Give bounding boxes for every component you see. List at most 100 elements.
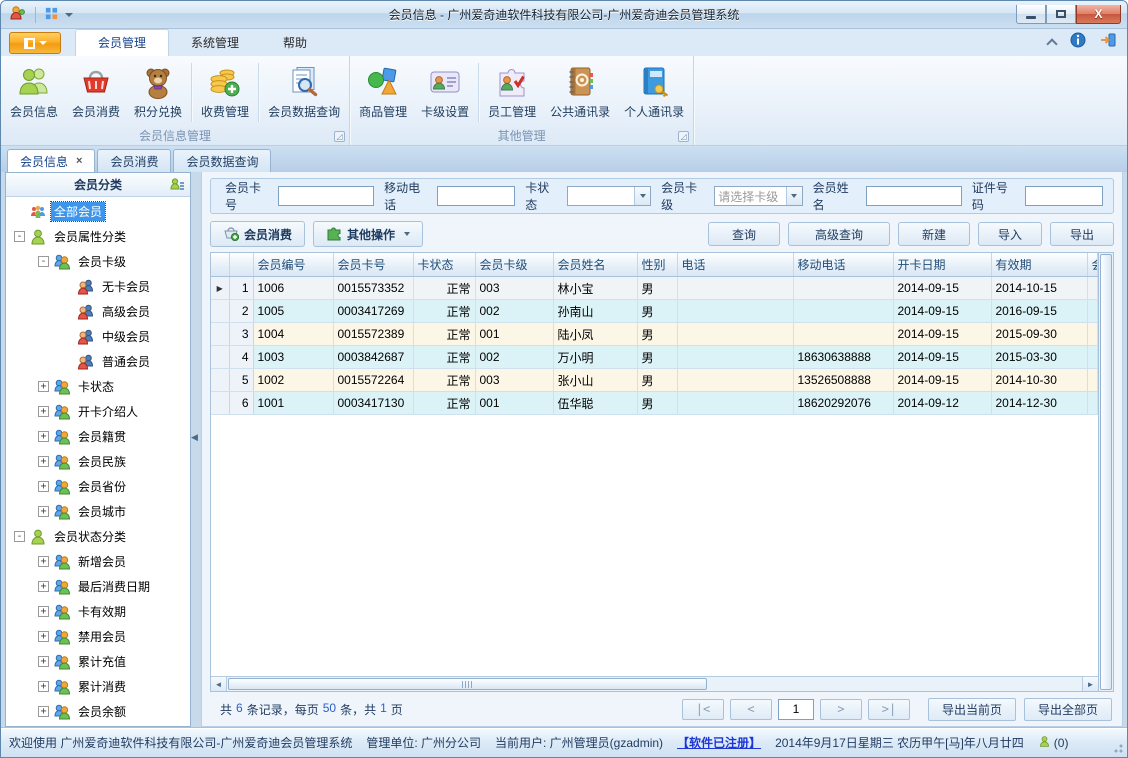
card-no-input[interactable] bbox=[278, 186, 375, 206]
ribbon-button-fee-mgmt[interactable]: 收费管理 bbox=[194, 59, 256, 126]
column-header[interactable]: 会员编号 bbox=[253, 253, 334, 277]
table-row[interactable]: 2 1005 0003417269 正常 002 孙南山男 2014-09-15 2016-0… bbox=[211, 299, 1098, 323]
card-level-select[interactable]: 请选择卡级 bbox=[714, 186, 803, 206]
tree-item[interactable]: + 卡有效期 bbox=[6, 599, 190, 624]
minimize-button[interactable] bbox=[1016, 5, 1046, 24]
layout-grid-icon[interactable] bbox=[44, 6, 59, 24]
doc-tab-member-data-query[interactable]: 会员数据查询 bbox=[173, 149, 272, 172]
tree-expand-toggle-icon[interactable]: + bbox=[38, 456, 49, 467]
tree-expand-toggle-icon[interactable]: + bbox=[38, 706, 49, 717]
tree-item[interactable]: + 卡状态 bbox=[6, 374, 190, 399]
tree-item[interactable]: + 会员省份 bbox=[6, 474, 190, 499]
tree-item[interactable]: + 会员籍贯 bbox=[6, 424, 190, 449]
table-row[interactable]: 3 1004 0015572389 正常 001 陆小凤男 2014-09-15 2015-0… bbox=[211, 322, 1098, 346]
chevron-down-icon[interactable] bbox=[65, 12, 73, 17]
tree-item[interactable]: - 会员属性分类 bbox=[6, 224, 190, 249]
tree-item[interactable]: + 累计消费 bbox=[6, 674, 190, 699]
column-header[interactable]: 开卡日期 bbox=[893, 253, 992, 277]
vertical-scrollbar[interactable] bbox=[1098, 253, 1113, 691]
advanced-query-button[interactable]: 高级查询 bbox=[788, 222, 890, 246]
tree-item[interactable]: + 会员城市 bbox=[6, 499, 190, 524]
card-status-select[interactable] bbox=[566, 186, 652, 206]
collapse-sidebar-icon[interactable]: ◀ bbox=[191, 432, 198, 443]
tree-item[interactable]: - 会员卡级 bbox=[6, 249, 190, 274]
import-button[interactable]: 导入 bbox=[978, 222, 1042, 246]
exit-switch-icon[interactable] bbox=[1100, 32, 1117, 51]
tree-expand-toggle-icon[interactable]: + bbox=[38, 631, 49, 642]
scroll-right-icon[interactable]: ► bbox=[1082, 677, 1098, 691]
ribbon-tab-system-mgmt[interactable]: 系统管理 bbox=[169, 30, 261, 56]
ribbon-button-member-data-query[interactable]: 会员数据查询 bbox=[261, 59, 347, 126]
tree-item[interactable]: + 最后消费日期 bbox=[6, 574, 190, 599]
tree-expand-toggle-icon[interactable]: - bbox=[14, 531, 25, 542]
ribbon-tab-member-mgmt[interactable]: 会员管理 bbox=[75, 29, 170, 56]
tree-expand-toggle-icon[interactable]: - bbox=[14, 231, 25, 242]
collapse-ribbon-icon[interactable] bbox=[1046, 37, 1058, 50]
dialog-launcher-icon[interactable]: ◿ bbox=[334, 131, 346, 142]
tree-expand-toggle-icon[interactable]: - bbox=[38, 256, 49, 267]
tree-item[interactable]: 高级会员 bbox=[6, 299, 190, 324]
member-name-input[interactable] bbox=[865, 186, 962, 206]
id-no-input[interactable] bbox=[1024, 186, 1103, 206]
maximize-button[interactable] bbox=[1046, 5, 1076, 24]
ribbon-button-personal-addressbook[interactable]: 个人通讯录 bbox=[617, 59, 691, 126]
tree-expand-toggle-icon[interactable]: + bbox=[38, 431, 49, 442]
table-row[interactable]: 6 1001 0003417130 正常 001 伍华聪男 18620292076 2014-… bbox=[211, 391, 1098, 415]
column-header[interactable]: 会员卡号 bbox=[333, 253, 414, 277]
registered-link[interactable]: 【软件已注册】 bbox=[677, 734, 761, 751]
tree-item[interactable]: 普通会员 bbox=[6, 349, 190, 374]
dropdown-button[interactable] bbox=[785, 187, 802, 205]
tree-expand-toggle-icon[interactable]: + bbox=[38, 606, 49, 617]
tree-expand-toggle-icon[interactable]: + bbox=[38, 406, 49, 417]
ribbon-tab-help[interactable]: 帮助 bbox=[261, 30, 329, 56]
ribbon-button-member-consume[interactable]: 会员消费 bbox=[65, 59, 127, 126]
column-header[interactable]: 移动电话 bbox=[793, 253, 894, 277]
resize-grip[interactable] bbox=[1112, 742, 1124, 754]
doc-tab-member-info[interactable]: 会员信息 × bbox=[7, 149, 96, 172]
column-header[interactable]: 会员姓名 bbox=[553, 253, 638, 277]
vscroll-thumb[interactable] bbox=[1100, 254, 1112, 690]
tree-expand-toggle-icon[interactable]: + bbox=[38, 581, 49, 592]
hscroll-thumb[interactable] bbox=[228, 678, 707, 690]
export-all-pages-button[interactable]: 导出全部页 bbox=[1023, 697, 1112, 721]
close-button[interactable]: X bbox=[1076, 5, 1121, 24]
table-row[interactable]: 4 1003 0003842687 正常 002 万小明男 18630638888 2014-… bbox=[211, 345, 1098, 369]
info-icon[interactable] bbox=[1070, 32, 1086, 51]
page-number-input[interactable] bbox=[777, 698, 814, 720]
tree-expand-toggle-icon[interactable]: + bbox=[38, 481, 49, 492]
query-button[interactable]: 查询 bbox=[708, 222, 780, 246]
column-header[interactable]: 会员 bbox=[1087, 253, 1098, 277]
last-page-button[interactable]: >| bbox=[867, 698, 910, 720]
export-button[interactable]: 导出 bbox=[1050, 222, 1114, 246]
dialog-launcher-icon[interactable]: ◿ bbox=[678, 131, 690, 142]
tree-expand-toggle-icon[interactable]: + bbox=[38, 556, 49, 567]
ribbon-button-card-level-settings[interactable]: 卡级设置 bbox=[414, 59, 476, 126]
tree-item[interactable]: + 开卡介绍人 bbox=[6, 399, 190, 424]
close-tab-icon[interactable]: × bbox=[76, 155, 82, 167]
ribbon-button-points-exchange[interactable]: 积分兑换 bbox=[127, 59, 189, 126]
member-consume-button[interactable]: 会员消费 bbox=[210, 221, 306, 247]
table-row[interactable]: ▶ 1 1006 0015573352 正常 003 林小宝男 2014-09-15 2014-… bbox=[211, 276, 1098, 300]
sidebar-splitter[interactable]: ◀ bbox=[191, 172, 198, 727]
column-header[interactable]: 会员卡级 bbox=[475, 253, 554, 277]
tree-item[interactable]: - 会员状态分类 bbox=[6, 524, 190, 549]
tree-item[interactable]: 无卡会员 bbox=[6, 274, 190, 299]
tree-item[interactable]: + 累计充值 bbox=[6, 649, 190, 674]
application-menu-button[interactable] bbox=[9, 32, 61, 54]
new-button[interactable]: 新建 bbox=[898, 222, 970, 246]
export-current-page-button[interactable]: 导出当前页 bbox=[927, 697, 1016, 721]
table-row[interactable]: 5 1002 0015572264 正常 003 张小山男 13526508888 2014-… bbox=[211, 368, 1098, 392]
ribbon-button-public-addressbook[interactable]: 公共通讯录 bbox=[543, 59, 617, 126]
dropdown-button[interactable] bbox=[634, 187, 651, 205]
doc-tab-member-consume[interactable]: 会员消费 bbox=[97, 149, 172, 172]
tree-expand-toggle-icon[interactable]: + bbox=[38, 381, 49, 392]
other-operations-button[interactable]: 其他操作 bbox=[313, 221, 424, 247]
column-header[interactable]: 卡状态 bbox=[413, 253, 476, 277]
horizontal-scrollbar[interactable]: ◄ ► bbox=[211, 676, 1098, 691]
next-page-button[interactable]: > bbox=[819, 698, 862, 720]
column-header[interactable]: 有效期 bbox=[991, 253, 1088, 277]
locate-member-icon[interactable] bbox=[169, 177, 185, 196]
tree-item[interactable]: + 会员余额 bbox=[6, 699, 190, 724]
first-page-button[interactable]: |< bbox=[681, 698, 724, 720]
tree-item[interactable]: + 会员民族 bbox=[6, 449, 190, 474]
